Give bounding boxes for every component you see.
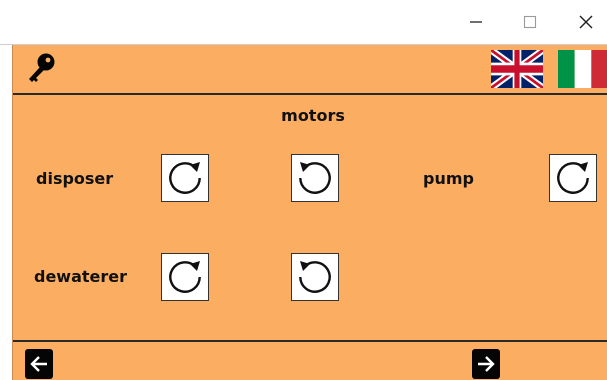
language-english-button[interactable] (491, 50, 543, 88)
disposer-counterclockwise-button[interactable] (291, 154, 339, 202)
back-button[interactable] (25, 349, 53, 379)
close-icon (579, 15, 593, 29)
login-button[interactable] (25, 52, 57, 86)
arrow-left-icon (30, 356, 47, 372)
minimize-button[interactable] (456, 6, 496, 38)
minimize-icon (470, 21, 482, 23)
rotate-clockwise-icon (169, 261, 201, 293)
page-title: motors (281, 106, 345, 125)
italy-flag-icon (558, 50, 607, 88)
window-titlebar (0, 0, 607, 45)
pump-label: pump (423, 169, 474, 188)
footer-divider (13, 340, 607, 342)
maximize-icon (523, 15, 537, 29)
rotate-counterclockwise-icon (299, 261, 331, 293)
dewaterer-clockwise-button[interactable] (161, 253, 209, 301)
rotate-counterclockwise-icon (299, 162, 331, 194)
key-icon (29, 53, 55, 82)
close-button[interactable] (566, 6, 606, 38)
rotate-clockwise-icon (169, 162, 201, 194)
forward-button[interactable] (472, 349, 500, 379)
dewaterer-counterclockwise-button[interactable] (291, 253, 339, 301)
rotate-clockwise-icon (557, 162, 589, 194)
arrow-right-icon (478, 356, 495, 372)
disposer-clockwise-button[interactable] (161, 154, 209, 202)
disposer-label: disposer (36, 169, 114, 188)
header-divider (13, 93, 607, 95)
uk-flag-icon (491, 50, 543, 88)
pump-clockwise-button[interactable] (549, 154, 597, 202)
maximize-button[interactable] (510, 6, 550, 38)
dewaterer-label: dewaterer (34, 267, 128, 286)
app-panel: motors disposer dewaterer pump (12, 45, 607, 380)
language-italian-button[interactable] (558, 50, 607, 88)
